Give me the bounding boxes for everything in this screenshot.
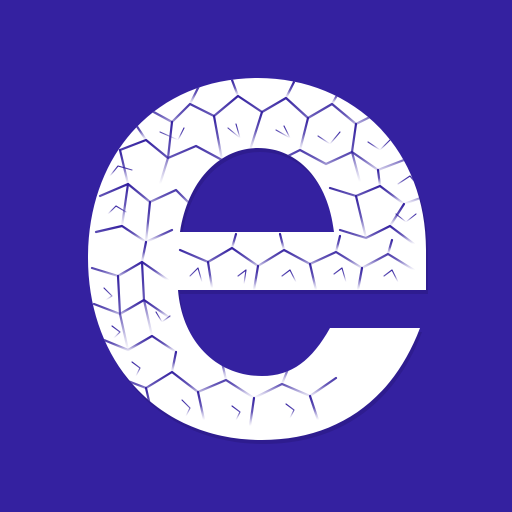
app-icon: e xyxy=(0,0,512,512)
cracked-letter-e-logo xyxy=(88,78,428,444)
